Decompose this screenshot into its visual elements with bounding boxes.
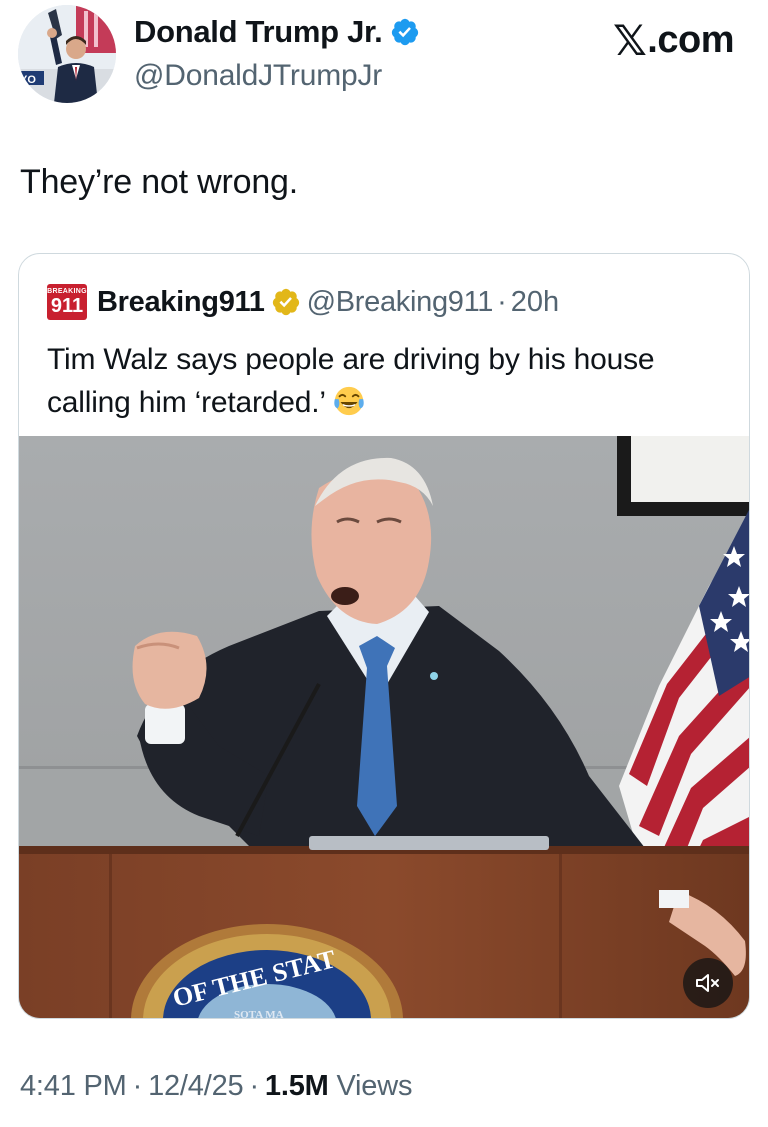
video-frame: OF THE STAT SOTA MA [19,436,749,1019]
quoted-author-handle[interactable]: @Breaking911 [307,286,494,319]
breaking911-logo[interactable]: BREAKING 911 [47,284,87,320]
mute-button[interactable] [683,958,733,1008]
x-brand-logo: 𝕏 .com [612,16,735,65]
x-logo-icon: 𝕏 [612,17,647,64]
avatar[interactable]: YO [18,5,116,103]
tweet-meta: 4:41 PM · 12/4/25 · 1.5M Views [20,1070,412,1103]
seal-subtext: SOTA MA [234,1009,284,1019]
avatar-image: YO [18,5,116,103]
x-brand-suffix: .com [647,19,734,61]
author-handle[interactable]: @DonaldJTrumpJr [134,59,382,93]
breaking911-logo-bottom: 911 [50,295,84,317]
tweet-text: They’re not wrong. [20,163,298,201]
post-time[interactable]: 4:41 PM [20,1070,127,1102]
views-count: 1.5M [264,1070,329,1102]
quoted-tweet-header: BREAKING 911 Breaking911 @Breaking911 · … [47,284,559,320]
tears-of-joy-emoji-icon [334,386,364,416]
quoted-separator: · [497,285,507,318]
quoted-timestamp[interactable]: 20h [511,286,559,319]
author-name[interactable]: Donald Trump Jr. [134,14,383,50]
muted-speaker-icon [696,974,719,992]
meta-separator: · [249,1070,259,1102]
tweet-header: YO Donald Trump Jr. @DonaldJTrumpJr 𝕏 .co… [0,0,768,110]
quoted-tweet-text: Tim Walz says people are driving by his … [47,338,687,424]
quoted-tweet-card[interactable]: BREAKING 911 Breaking911 @Breaking911 · … [18,253,750,1019]
meta-separator: · [132,1070,143,1102]
video-player[interactable]: OF THE STAT SOTA MA [19,436,749,1019]
gold-verified-badge-icon [272,288,299,316]
verified-badge-icon [392,18,419,46]
quoted-author-name[interactable]: Breaking911 [97,286,265,319]
views-label: Views [336,1070,413,1102]
svg-text:YO: YO [20,74,36,86]
post-date[interactable]: 12/4/25 [148,1070,244,1102]
author-name-row: Donald Trump Jr. [134,14,420,50]
